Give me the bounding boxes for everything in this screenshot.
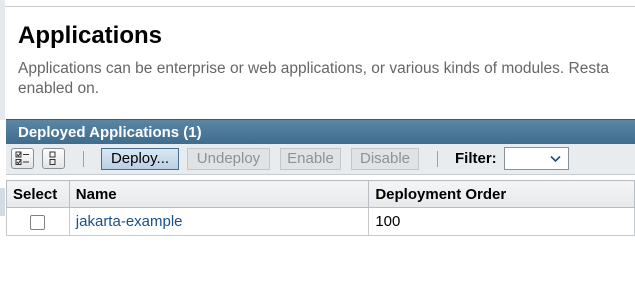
toolbar-separator bbox=[83, 151, 84, 167]
deselect-all-button[interactable] bbox=[42, 148, 65, 169]
application-name-link[interactable]: jakarta-example bbox=[76, 213, 183, 230]
enable-button[interactable]: Enable bbox=[280, 148, 341, 170]
disable-button[interactable]: Disable bbox=[351, 148, 419, 170]
row-select-checkbox[interactable] bbox=[30, 214, 46, 230]
chevron-down-icon bbox=[550, 155, 561, 163]
deploy-button[interactable]: Deploy... bbox=[101, 148, 179, 170]
top-divider bbox=[0, 6, 635, 7]
page-description: Applications can be enterprise or web ap… bbox=[18, 60, 610, 97]
filter-select[interactable] bbox=[504, 147, 569, 170]
column-header-name[interactable]: Name bbox=[68, 180, 370, 208]
row-name-cell: jakarta-example bbox=[68, 207, 370, 236]
row-select-cell bbox=[6, 207, 70, 236]
column-header-deployment-order[interactable]: Deployment Order bbox=[368, 180, 635, 208]
deselect-all-icon bbox=[49, 151, 56, 165]
row-deployment-order-cell: 100 bbox=[368, 207, 635, 236]
table-header-row: Select Name Deployment Order bbox=[6, 180, 635, 208]
left-nav-edge-accent bbox=[0, 188, 5, 216]
toolbar-separator bbox=[437, 151, 438, 167]
page-title: Applications bbox=[18, 22, 163, 49]
select-all-button[interactable] bbox=[11, 148, 34, 169]
undeploy-button[interactable]: Undeploy bbox=[187, 148, 270, 170]
table-toolbar: Deploy... Undeploy Enable Disable Filter… bbox=[6, 144, 635, 175]
filter-label: Filter: bbox=[455, 150, 497, 167]
table-row: jakarta-example 100 bbox=[6, 207, 635, 236]
deployed-applications-title: Deployed Applications (1) bbox=[18, 124, 202, 141]
left-nav-edge bbox=[0, 0, 5, 120]
select-all-icon bbox=[15, 151, 29, 165]
applications-table: Select Name Deployment Order jakarta-exa… bbox=[6, 180, 635, 236]
column-header-select[interactable]: Select bbox=[6, 180, 70, 208]
deployed-applications-header: Deployed Applications (1) bbox=[6, 119, 635, 144]
applications-page: Applications Applications can be enterpr… bbox=[0, 0, 635, 302]
